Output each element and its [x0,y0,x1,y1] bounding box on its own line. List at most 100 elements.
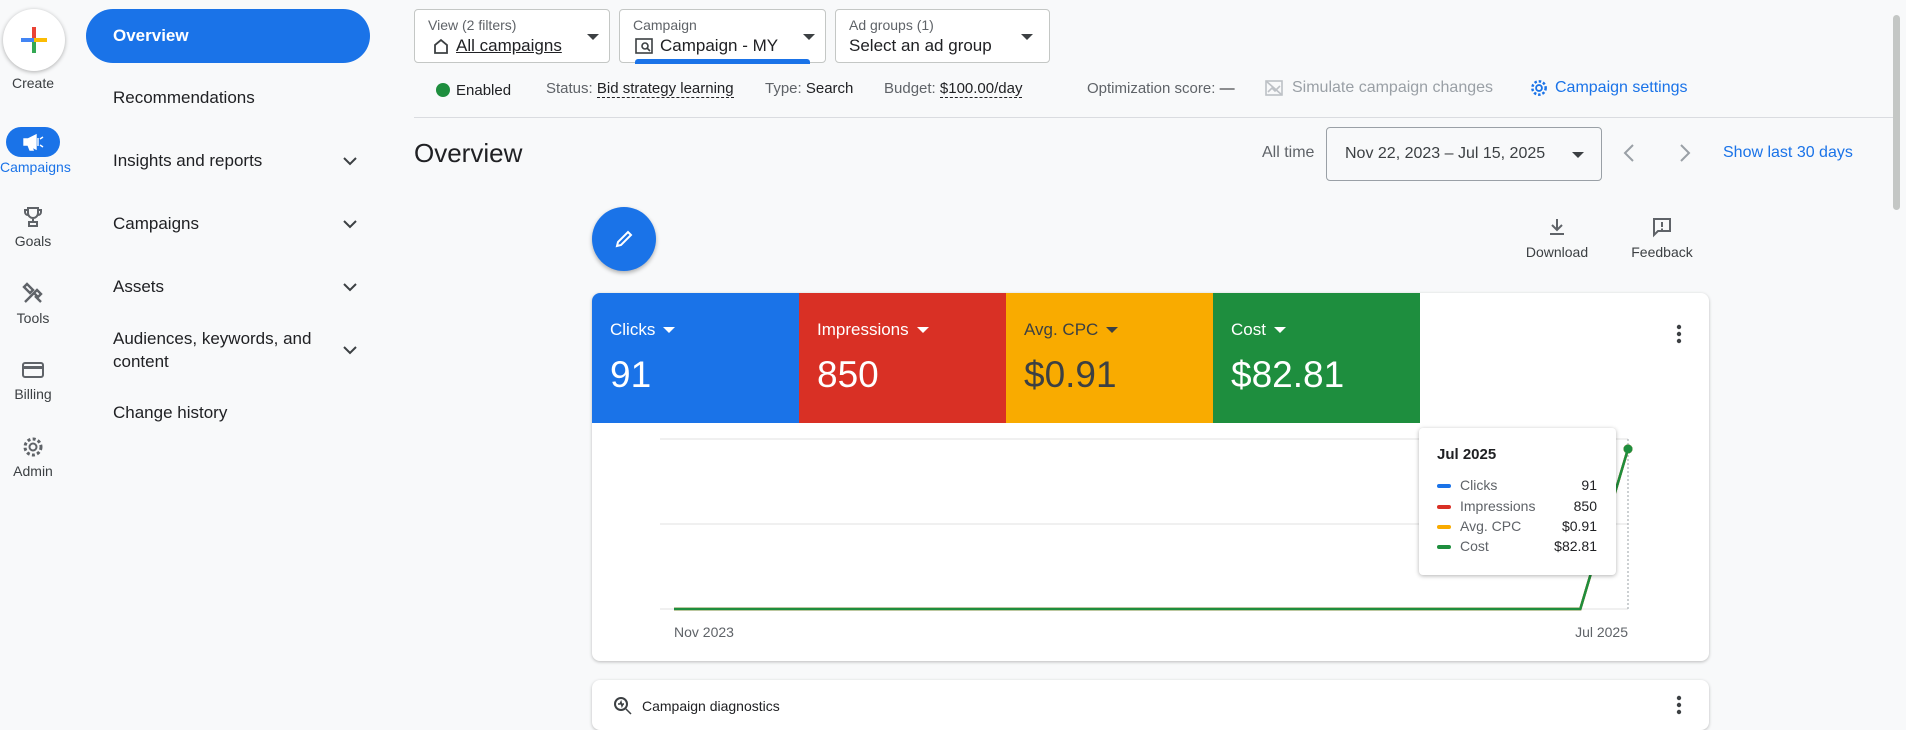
metric-clicks[interactable]: Clicks 91 [592,293,799,423]
budget-label: Budget: [884,80,936,97]
simulate-label: Simulate campaign changes [1292,79,1494,96]
nav-item-change-history[interactable]: Change history [113,402,363,424]
type-status: Type: Search [765,80,853,97]
campaign-filter[interactable]: Campaign Campaign - MY [619,9,826,64]
next-period-icon[interactable] [1674,141,1694,165]
budget-value[interactable]: $100.00/day [939,80,1023,98]
tooltip-label: Avg. CPC [1460,518,1522,534]
rail-item-billing[interactable]: Billing [0,358,66,402]
rail-label-admin: Admin [13,463,53,479]
nav-label: Recommendations [113,88,255,107]
campaigns-icon [6,127,60,157]
plus-icon [21,27,47,53]
tooltip-row-cpc: Avg. CPC $0.91 [1437,518,1597,534]
rail-item-admin[interactable]: Admin [0,435,66,479]
scrollbar-thumb[interactable] [1893,15,1900,210]
tooltip-value: 850 [1573,498,1597,514]
dropdown-icon [1273,327,1286,333]
edit-button[interactable] [592,207,656,271]
feedback-button[interactable]: Feedback [1624,216,1700,260]
x-tick-label: Nov 2023 [674,624,734,640]
type-value: Search [805,80,854,97]
status-label: Status: [546,80,593,97]
chevron-down-icon [343,346,357,355]
campaign-settings-label: Campaign settings [1555,79,1688,96]
date-range-value: Nov 22, 2023 – Jul 15, 2025 [1345,145,1546,162]
adgroups-filter-value: Select an ad group [849,36,992,55]
selection-indicator [635,59,810,64]
rail-label-goals: Goals [14,233,52,249]
diagnostics-title: Campaign diagnostics [642,698,780,714]
download-button[interactable]: Download [1520,216,1594,260]
more-vert-icon[interactable] [1670,694,1688,716]
create-label: Create [11,75,55,91]
rail-item-tools[interactable]: Tools [0,282,66,326]
date-range-picker[interactable]: Nov 22, 2023 – Jul 15, 2025 [1326,127,1602,181]
more-vert-icon[interactable] [1670,323,1688,345]
dropdown-icon [916,327,929,333]
campaign-settings-button[interactable]: Campaign settings [1529,78,1688,98]
x-tick-label: Jul 2025 [1575,624,1628,640]
rail-item-campaigns[interactable]: Campaigns [0,127,71,175]
campaign-diagnostics-card[interactable]: Campaign diagnostics [592,680,1709,730]
dropdown-icon [663,327,676,333]
diagnostics-search-icon [614,697,632,715]
metric-avg-cpc[interactable]: Avg. CPC $0.91 [1006,293,1213,423]
nav-label: Campaigns [113,214,199,233]
show-last-30-days-link[interactable]: Show last 30 days [1723,144,1853,162]
trophy-icon [24,207,42,227]
download-label: Download [1525,244,1589,260]
chevron-down-icon [1572,152,1584,158]
home-icon [434,38,448,54]
status-row: Enabled [436,80,511,100]
nav-item-recommendations[interactable]: Recommendations [113,87,363,109]
feedback-label: Feedback [1631,244,1693,260]
divider [414,117,1894,118]
tools-icon [22,282,43,303]
campaign-filter-label: Campaign [633,17,697,33]
nav-item-audiences[interactable]: Audiences, keywords, and content [113,326,363,374]
tooltip-title: Jul 2025 [1437,446,1497,463]
bid-status: Status: Bid strategy learning [546,80,734,98]
nav-item-campaigns[interactable]: Campaigns [113,213,363,235]
tooltip-value: $0.91 [1561,518,1597,534]
tooltip-row-impressions: Impressions 850 [1437,498,1597,514]
view-filter-label: View (2 filters) [428,17,517,33]
credit-card-icon [22,362,44,378]
metric-value: 850 [817,354,879,395]
nav-item-overview[interactable]: Overview [86,9,370,63]
left-rail: Create Campaigns Goals Tools Billing Adm… [0,0,71,720]
legend-swatch [1437,525,1451,530]
rail-label-campaigns: Campaigns [0,159,71,175]
metric-label: Impressions [817,320,909,339]
tooltip-row-clicks: Clicks 91 [1437,477,1597,493]
nav-label: Change history [113,403,228,422]
tooltip-label: Cost [1460,538,1489,554]
chevron-down-icon [803,34,815,40]
legend-swatch [1437,505,1451,510]
view-filter[interactable]: View (2 filters) All campaigns [414,9,610,63]
previous-period-icon[interactable] [1620,141,1640,165]
metric-impressions[interactable]: Impressions 850 [799,293,1006,423]
page-title: Overview [414,138,523,168]
legend-swatch [1437,545,1451,550]
adgroups-filter[interactable]: Ad groups (1) Select an ad group [835,9,1050,63]
nav-item-insights[interactable]: Insights and reports [113,150,363,172]
tooltip-value: $82.81 [1554,538,1597,554]
nav-item-assets[interactable]: Assets [113,276,363,298]
rail-item-goals[interactable]: Goals [0,205,66,249]
chevron-down-icon [1021,34,1033,40]
chevron-down-icon [343,157,357,166]
all-time-label: All time [1262,144,1315,161]
metric-label: Cost [1231,320,1266,339]
nav-label: Insights and reports [113,151,263,170]
status-value[interactable]: Bid strategy learning [596,80,734,98]
create-button[interactable] [3,9,65,71]
simulate-button[interactable]: Simulate campaign changes [1264,78,1493,98]
campaign-filter-value: Campaign - MY [660,36,779,55]
legend-swatch [1437,484,1451,489]
metric-cost[interactable]: Cost $82.81 [1213,293,1420,423]
rail-label-tools: Tools [16,310,50,326]
chevron-down-icon [587,34,599,40]
metric-value: 91 [610,354,652,395]
